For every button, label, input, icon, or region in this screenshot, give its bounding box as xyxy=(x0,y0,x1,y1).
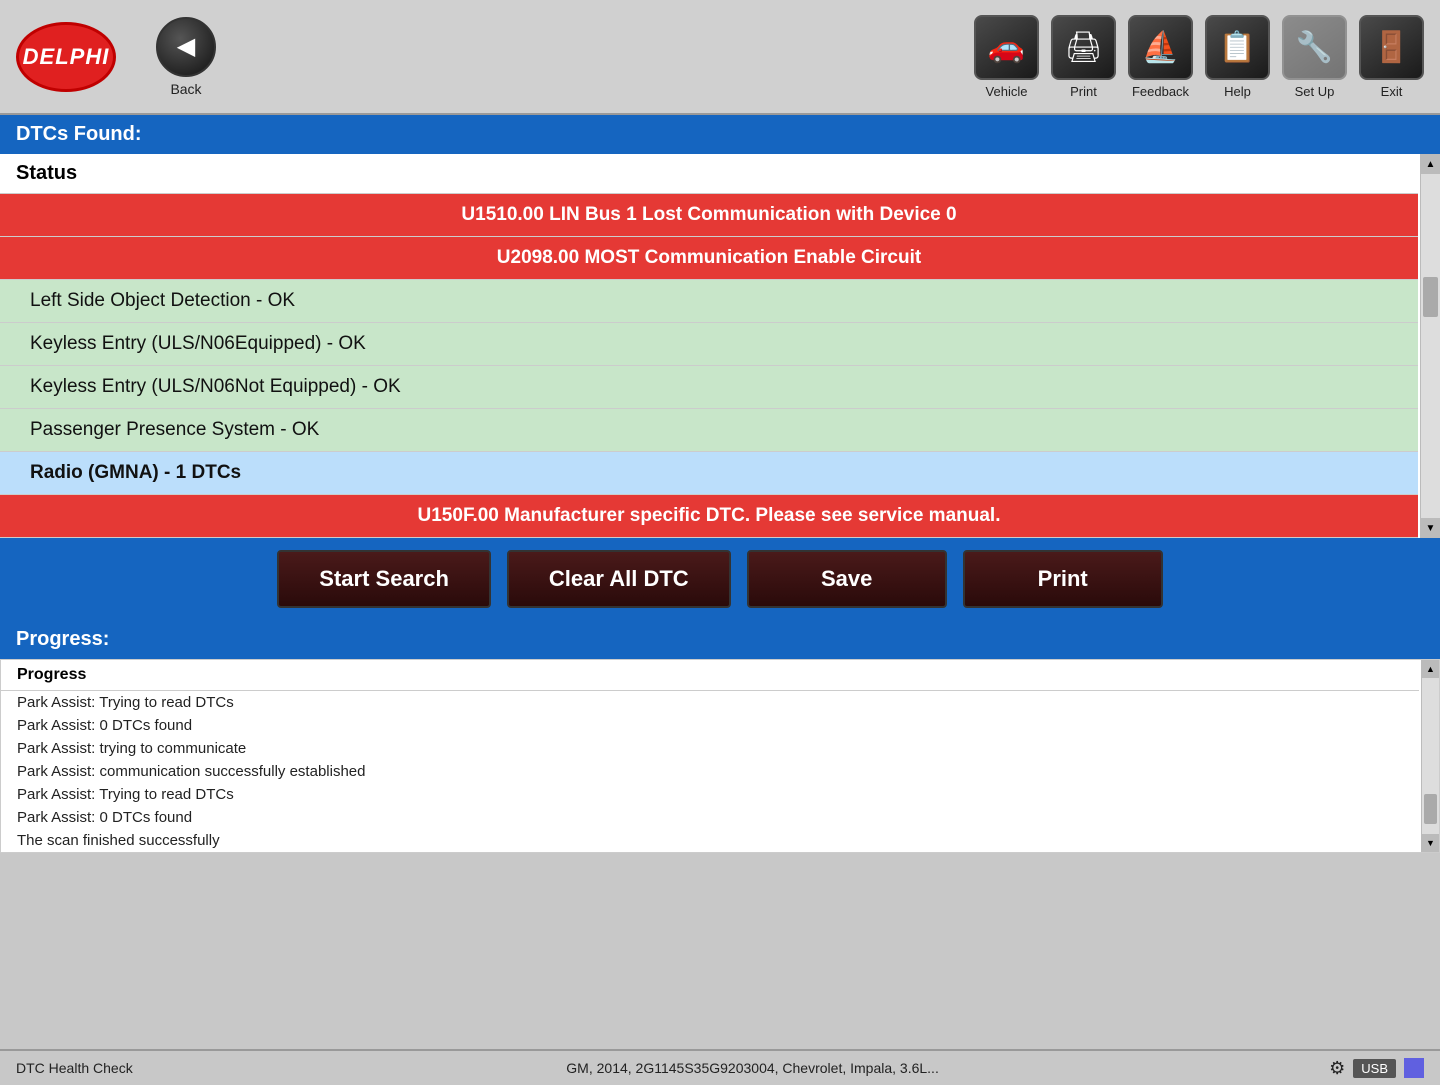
status-scrollbar[interactable]: ▲ ▼ xyxy=(1420,154,1440,538)
progress-scroll-up[interactable]: ▲ xyxy=(1422,660,1439,678)
progress-list-container: Progress Park Assist: Trying to read DTC… xyxy=(0,659,1440,853)
dtc-item-7[interactable]: U150F.00 Manufacturer specific DTC. Plea… xyxy=(0,495,1418,538)
status-bar-right: ⚙ USB xyxy=(1329,1058,1424,1079)
progress-scroll-thumb[interactable] xyxy=(1424,794,1437,824)
start-search-button[interactable]: Start Search xyxy=(277,550,491,608)
vehicle-label: Vehicle xyxy=(986,84,1028,99)
print-label: Print xyxy=(1070,84,1097,99)
toolbar: 🚗 Vehicle 🖨 Print ⛵ Feedback 📋 Help 🔧 Se… xyxy=(974,15,1424,99)
dtc-item-1[interactable]: U2098.00 MOST Communication Enable Circu… xyxy=(0,237,1418,280)
scroll-down-button[interactable]: ▼ xyxy=(1421,518,1440,538)
dtc-item-4[interactable]: Keyless Entry (ULS/N06Not Equipped) - OK xyxy=(0,366,1418,409)
dtc-item-5[interactable]: Passenger Presence System - OK xyxy=(0,409,1418,452)
status-items: U1510.00 LIN Bus 1 Lost Communication wi… xyxy=(0,194,1418,538)
toolbar-setup[interactable]: 🔧 Set Up xyxy=(1282,15,1347,99)
feedback-label: Feedback xyxy=(1132,84,1189,99)
status-bar: DTC Health Check GM, 2014, 2G1145S35G920… xyxy=(0,1049,1440,1085)
print-action-button[interactable]: Print xyxy=(963,550,1163,608)
status-bar-app-name: DTC Health Check xyxy=(16,1060,176,1076)
action-bar: Start Search Clear All DTC Save Print xyxy=(0,538,1440,620)
back-button[interactable]: ◀ Back xyxy=(156,17,216,97)
progress-item-0: Park Assist: Trying to read DTCs xyxy=(1,691,1419,714)
exit-icon: 🚪 xyxy=(1359,15,1424,80)
logo-text: DELPHI xyxy=(23,44,110,70)
toolbar-feedback[interactable]: ⛵ Feedback xyxy=(1128,15,1193,99)
progress-scrollbar[interactable]: ▲ ▼ xyxy=(1421,660,1439,852)
progress-section-header: Progress: xyxy=(0,620,125,659)
dtc-item-0[interactable]: U1510.00 LIN Bus 1 Lost Communication wi… xyxy=(0,194,1418,237)
toolbar-exit[interactable]: 🚪 Exit xyxy=(1359,15,1424,99)
save-button[interactable]: Save xyxy=(747,550,947,608)
help-icon: 📋 xyxy=(1205,15,1270,80)
clear-all-dtc-button[interactable]: Clear All DTC xyxy=(507,550,731,608)
progress-item-4: Park Assist: Trying to read DTCs xyxy=(1,783,1419,806)
progress-item-6: The scan finished successfully xyxy=(1,829,1419,852)
setup-icon: 🔧 xyxy=(1282,15,1347,80)
progress-header-bar: Progress: xyxy=(0,620,1440,659)
dtc-item-6[interactable]: Radio (GMNA) - 1 DTCs xyxy=(0,452,1418,495)
progress-column-header: Progress xyxy=(1,660,1419,691)
status-list-container: Status U1510.00 LIN Bus 1 Lost Communica… xyxy=(0,154,1440,538)
dtc-found-header: DTCs Found: xyxy=(0,115,1440,154)
help-label: Help xyxy=(1224,84,1251,99)
scroll-up-button[interactable]: ▲ xyxy=(1421,154,1440,174)
toolbar-vehicle[interactable]: 🚗 Vehicle xyxy=(974,15,1039,99)
settings-gear-icon[interactable]: ⚙ xyxy=(1329,1058,1345,1079)
usb-label: USB xyxy=(1353,1059,1396,1078)
usb-indicator-icon xyxy=(1404,1058,1424,1078)
progress-list-inner: Progress Park Assist: Trying to read DTC… xyxy=(1,660,1439,852)
status-bar-vehicle-info: GM, 2014, 2G1145S35G9203004, Chevrolet, … xyxy=(176,1060,1329,1076)
logo-area: DELPHI xyxy=(16,22,116,92)
scroll-track xyxy=(1421,174,1440,518)
progress-scroll-track xyxy=(1422,678,1439,834)
vehicle-icon: 🚗 xyxy=(974,15,1039,80)
status-list-wrapper: Status U1510.00 LIN Bus 1 Lost Communica… xyxy=(0,154,1440,538)
back-arrow-icon: ◀ xyxy=(156,17,216,77)
progress-item-1: Park Assist: 0 DTCs found xyxy=(1,714,1419,737)
exit-label: Exit xyxy=(1381,84,1403,99)
header: DELPHI ◀ Back 🚗 Vehicle 🖨 Print ⛵ Feedba… xyxy=(0,0,1440,115)
progress-item-5: Park Assist: 0 DTCs found xyxy=(1,806,1419,829)
dtc-item-3[interactable]: Keyless Entry (ULS/N06Equipped) - OK xyxy=(0,323,1418,366)
progress-scroll-down[interactable]: ▼ xyxy=(1422,834,1439,852)
setup-label: Set Up xyxy=(1295,84,1335,99)
feedback-icon: ⛵ xyxy=(1128,15,1193,80)
toolbar-print[interactable]: 🖨 Print xyxy=(1051,15,1116,99)
toolbar-help[interactable]: 📋 Help xyxy=(1205,15,1270,99)
back-label: Back xyxy=(170,81,201,97)
dtc-item-2[interactable]: Left Side Object Detection - OK xyxy=(0,280,1418,323)
status-column-header: Status xyxy=(0,154,1418,194)
progress-item-3: Park Assist: communication successfully … xyxy=(1,760,1419,783)
delphi-logo: DELPHI xyxy=(16,22,116,92)
status-list: Status U1510.00 LIN Bus 1 Lost Communica… xyxy=(0,154,1440,538)
print-icon: 🖨 xyxy=(1051,15,1116,80)
scroll-thumb[interactable] xyxy=(1423,277,1438,317)
progress-item-2: Park Assist: trying to communicate xyxy=(1,737,1419,760)
